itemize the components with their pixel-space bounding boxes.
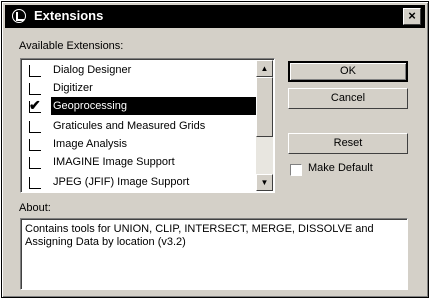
list-item-label: JPEG (JFIF) Image Support bbox=[53, 176, 190, 188]
checkbox-icon[interactable] bbox=[29, 83, 41, 95]
list-item-geoprocessing[interactable]: ✔ Geoprocessing bbox=[23, 97, 257, 115]
list-item-graticules[interactable]: Graticules and Measured Grids bbox=[23, 117, 257, 135]
list-item-label: Geoprocessing bbox=[51, 97, 257, 115]
scroll-down-icon[interactable]: ▼ bbox=[256, 174, 273, 191]
scroll-up-icon[interactable]: ▲ bbox=[256, 60, 273, 77]
checkbox-icon[interactable] bbox=[29, 65, 41, 77]
available-extensions-label: Available Extensions: bbox=[19, 40, 124, 52]
window-title: Extensions bbox=[34, 8, 104, 23]
cancel-button[interactable]: Cancel bbox=[288, 88, 408, 109]
list-item-digitizer[interactable]: Digitizer bbox=[23, 79, 257, 97]
list-item-label: Digitizer bbox=[53, 82, 93, 94]
app-icon bbox=[12, 9, 26, 23]
list-item-label: Graticules and Measured Grids bbox=[53, 120, 206, 132]
checkbox-icon[interactable] bbox=[29, 139, 41, 151]
extensions-dialog: Extensions × Available Extensions: Dialo… bbox=[1, 1, 429, 298]
ok-button[interactable]: OK bbox=[288, 61, 408, 82]
list-item-label: Image Analysis bbox=[53, 138, 127, 150]
about-text: Contains tools for UNION, CLIP, INTERSEC… bbox=[20, 218, 408, 290]
list-item-jpeg-support[interactable]: JPEG (JFIF) Image Support bbox=[23, 173, 257, 191]
checkmark-icon: ✔ bbox=[29, 97, 41, 113]
make-default-checkbox[interactable] bbox=[290, 164, 302, 176]
list-item-dialog-designer[interactable]: Dialog Designer bbox=[23, 61, 257, 79]
reset-button[interactable]: Reset bbox=[288, 133, 408, 154]
list-item-image-analysis[interactable]: Image Analysis bbox=[23, 135, 257, 153]
make-default-label: Make Default bbox=[308, 162, 373, 174]
list-item-imagine-support[interactable]: IMAGINE Image Support bbox=[23, 153, 257, 171]
close-button[interactable]: × bbox=[403, 8, 421, 25]
about-label: About: bbox=[19, 202, 51, 214]
title-bar[interactable]: Extensions × bbox=[5, 5, 425, 28]
checkbox-icon[interactable] bbox=[29, 121, 41, 133]
list-item-label: Dialog Designer bbox=[53, 64, 132, 76]
checkbox-icon[interactable] bbox=[29, 177, 41, 189]
scroll-thumb[interactable] bbox=[256, 77, 273, 137]
checkbox-icon[interactable] bbox=[29, 157, 41, 169]
extensions-list[interactable]: Dialog Designer Digitizer ✔ Geoprocessin… bbox=[20, 58, 275, 193]
list-item-label: IMAGINE Image Support bbox=[53, 156, 175, 168]
list-scrollbar[interactable]: ▲ ▼ bbox=[256, 60, 273, 191]
